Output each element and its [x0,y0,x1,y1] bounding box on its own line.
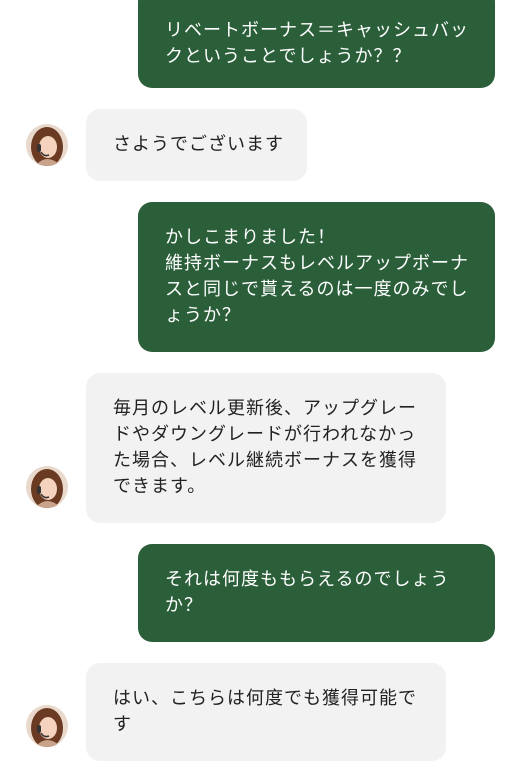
chat-thread: リベートボーナス＝キャッシュバックということでしょうか？？ さようでございます … [0,0,526,776]
message-text: さようでございます [113,134,284,155]
agent-avatar-icon [26,124,68,166]
message-text: それは何度ももらえるのでしょうか？ [165,569,450,616]
message-text: はい、こちらは何度でも獲得可能です [113,688,417,735]
agent-message: さようでございます [86,109,307,181]
user-message: リベートボーナス＝キャッシュバックということでしょうか？？ [138,0,495,88]
message-text: 毎月のレベル更新後、アップグレードやダウングレードが行われなかった場合、レベル継… [113,398,417,497]
agent-message: はい、こちらは何度でも獲得可能です [86,663,446,761]
agent-avatar-icon [26,466,68,508]
message-text: リベートボーナス＝キャッシュバックということでしょうか？？ [165,20,469,67]
message-text: かしこまりました！ 維持ボーナスもレベルアップボーナスと同じで貰えるのは一度のみ… [165,227,469,326]
agent-avatar-icon [26,705,68,747]
user-message: かしこまりました！ 維持ボーナスもレベルアップボーナスと同じで貰えるのは一度のみ… [138,202,495,352]
user-message: それは何度ももらえるのでしょうか？ [138,544,495,642]
agent-message: 毎月のレベル更新後、アップグレードやダウングレードが行われなかった場合、レベル継… [86,373,446,523]
